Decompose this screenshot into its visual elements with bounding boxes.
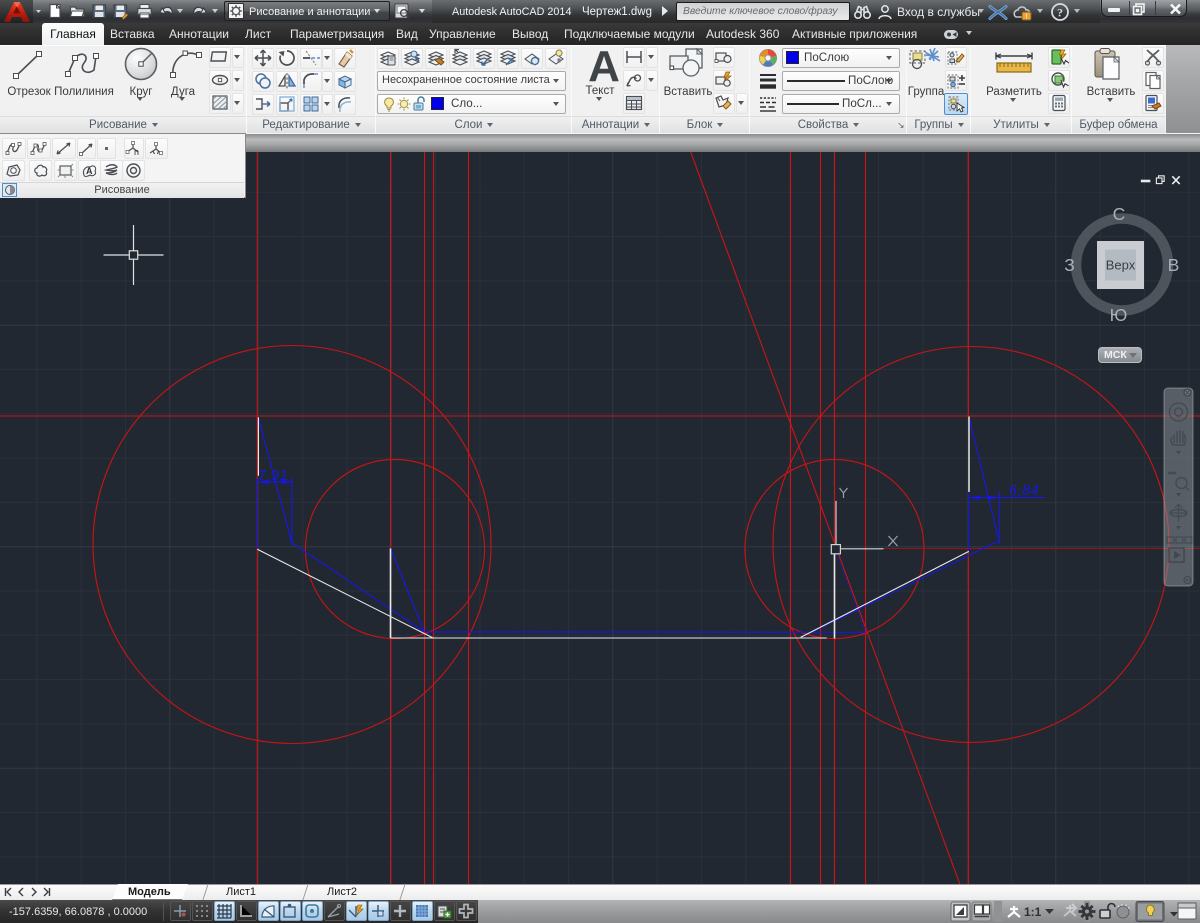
- svg-text:!: !: [1025, 12, 1027, 21]
- svg-text:1:1: 1:1: [1024, 905, 1042, 919]
- svg-text:6,84: 6,84: [1009, 482, 1039, 498]
- svg-text:В: В: [1168, 255, 1180, 275]
- svg-text:Верх: Верх: [1106, 258, 1136, 273]
- svg-text:?: ?: [1057, 6, 1063, 20]
- svg-text:n: n: [134, 147, 139, 157]
- svg-text:С: С: [1113, 204, 1126, 224]
- svg-text:З: З: [1064, 255, 1075, 275]
- svg-text:A: A: [86, 166, 93, 176]
- svg-text:7,91: 7,91: [258, 467, 288, 483]
- svg-text:Ю: Ю: [1110, 305, 1128, 325]
